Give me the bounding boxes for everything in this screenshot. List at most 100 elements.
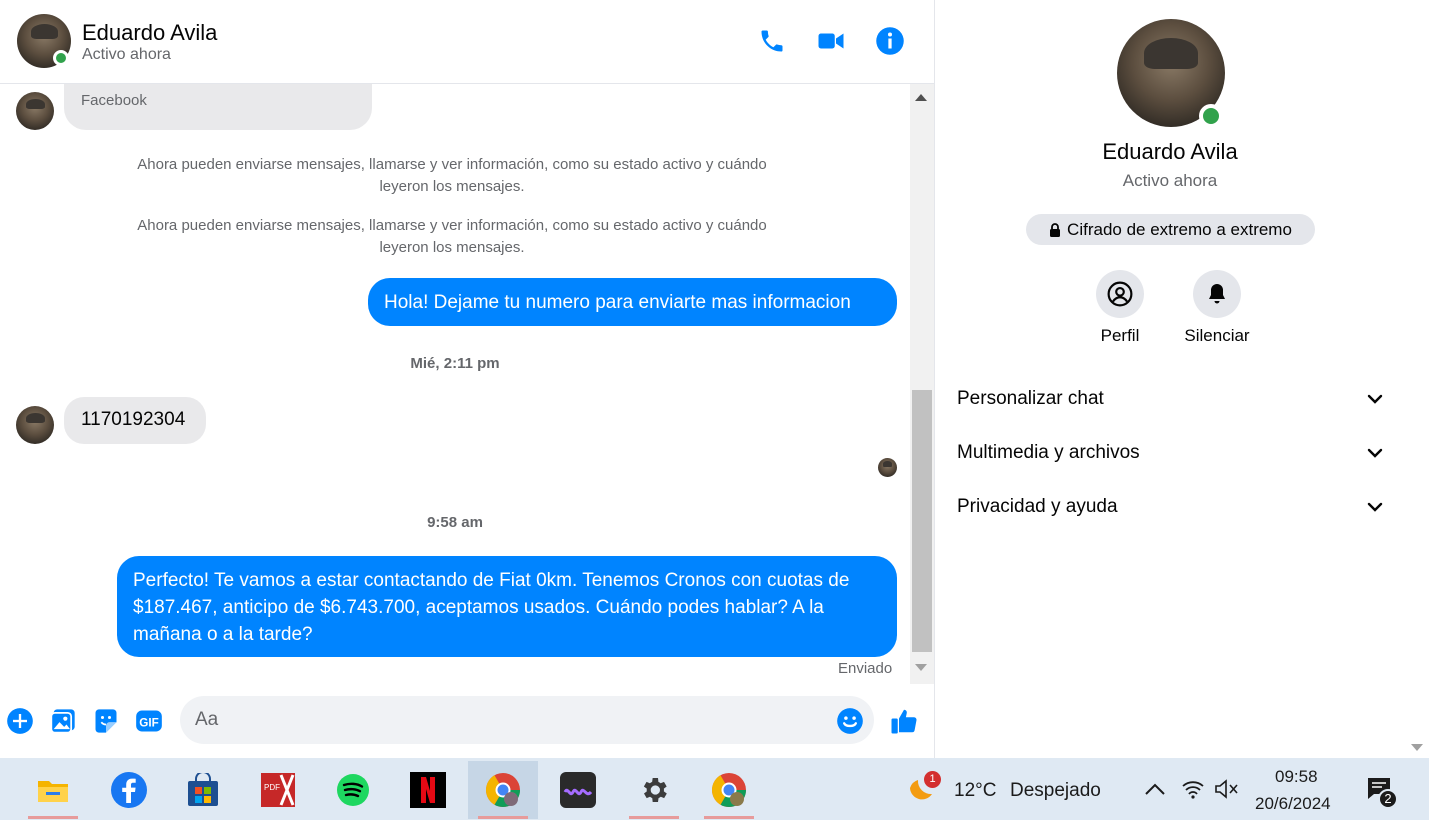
chevron-down-icon — [1367, 448, 1383, 458]
contact-status: Activo ahora — [82, 46, 171, 63]
send-like-button[interactable] — [889, 706, 919, 736]
chrome-icon — [712, 773, 746, 807]
timestamp-separator: 9:58 am — [427, 514, 483, 531]
taskbar-netflix[interactable] — [393, 761, 463, 819]
taskbar-chrome-active[interactable] — [468, 761, 538, 819]
sender-avatar[interactable] — [16, 406, 54, 444]
sender-avatar[interactable] — [16, 92, 54, 130]
outgoing-message[interactable]: Hola! Dejame tu numero para enviarte mas… — [368, 278, 897, 326]
weather-widget[interactable]: 1 — [904, 771, 944, 808]
store-icon — [188, 773, 218, 806]
wifi-icon[interactable] — [1181, 778, 1205, 800]
info-icon — [876, 27, 904, 55]
section-label: Personalizar chat — [957, 388, 1104, 409]
gear-icon — [643, 778, 667, 802]
notification-center-button[interactable]: 2 — [1366, 776, 1398, 809]
mute-label: Silenciar — [1184, 326, 1250, 345]
running-indicator — [28, 816, 78, 819]
profile-name: Eduardo Avila — [1102, 139, 1238, 164]
pdf-app-label: PDF — [264, 783, 280, 792]
page-scrollbar[interactable] — [1404, 0, 1429, 758]
scroll-up-icon[interactable] — [915, 94, 927, 101]
taskbar-facebook[interactable] — [94, 761, 164, 819]
section-label: Multimedia y archivos — [957, 442, 1140, 463]
mute-circle[interactable] — [1193, 270, 1241, 318]
encryption-badge[interactable]: Cifrado de extremo a extremo — [1026, 214, 1315, 245]
timestamp-separator: Mié, 2:11 pm — [410, 355, 500, 372]
profile-label: Perfil — [1100, 326, 1140, 345]
taskbar-chrome-profile[interactable] — [694, 761, 764, 819]
message-scrollbar[interactable] — [910, 84, 934, 684]
delivery-status: Enviado — [838, 660, 893, 677]
messenger-window: Eduardo Avila Activo ahora Facebook Ahor… — [0, 0, 1429, 820]
clock-time[interactable]: 09:58 — [1275, 767, 1318, 787]
lock-icon — [1050, 222, 1061, 237]
conversation-details-panel: Eduardo Avila Activo ahora Cifrado de ex… — [934, 0, 1404, 758]
facebook-icon — [111, 772, 147, 808]
spotify-icon — [337, 774, 369, 806]
scroll-thumb[interactable] — [912, 390, 932, 652]
netflix-icon — [410, 772, 446, 808]
taskbar-file-explorer[interactable] — [18, 761, 88, 819]
scroll-down-icon[interactable] — [915, 664, 927, 671]
taskbar-audio-app[interactable] — [543, 761, 613, 819]
taskbar-settings[interactable] — [619, 761, 689, 819]
chat-header: Eduardo Avila Activo ahora — [0, 0, 934, 84]
taskbar-store[interactable] — [168, 761, 238, 819]
outgoing-message[interactable]: Perfecto! Te vamos a estar contactando d… — [117, 556, 897, 657]
more-actions-button[interactable] — [5, 706, 35, 736]
message-list[interactable]: Facebook Ahora pueden enviarse mensajes,… — [0, 84, 910, 684]
smiley-icon — [837, 708, 863, 734]
profile-status: Activo ahora — [1122, 171, 1218, 190]
weather-temperature[interactable]: 12°C — [954, 780, 996, 802]
chevron-down-icon — [1367, 502, 1383, 512]
incoming-message[interactable]: 1170192304 — [64, 397, 206, 444]
section-media-files[interactable]: Multimedia y archivos — [957, 438, 1383, 468]
clock-date[interactable]: 20/6/2024 — [1255, 794, 1331, 814]
chevron-down-icon — [1367, 394, 1383, 404]
section-privacy-support[interactable]: Privacidad y ayuda — [957, 492, 1383, 522]
sticker-button[interactable] — [91, 706, 121, 736]
thumbs-up-icon — [891, 709, 917, 734]
scroll-down-icon[interactable] — [1411, 744, 1423, 751]
folder-icon — [38, 781, 68, 802]
plus-circle-icon — [7, 708, 33, 734]
section-customize-chat[interactable]: Personalizar chat — [957, 384, 1383, 414]
gif-icon: GIF — [136, 710, 162, 732]
phone-icon — [761, 30, 783, 52]
running-indicator — [704, 816, 754, 819]
emoji-button[interactable] — [835, 706, 865, 736]
video-call-button[interactable] — [816, 26, 846, 56]
notification-count-badge: 2 — [1378, 789, 1398, 809]
contact-name[interactable]: Eduardo Avila — [82, 20, 217, 46]
voice-call-button[interactable] — [757, 26, 787, 56]
bell-icon — [1209, 284, 1225, 304]
running-indicator — [629, 816, 679, 819]
weather-badge: 1 — [924, 771, 941, 788]
system-notice: Ahora pueden enviarse mensajes, llamarse… — [137, 217, 767, 256]
online-indicator — [1199, 104, 1223, 128]
conversation-info-button[interactable] — [875, 26, 905, 56]
mute-button[interactable]: Silenciar — [1167, 270, 1267, 346]
taskbar-spotify[interactable] — [318, 761, 388, 819]
svg-text:GIF: GIF — [139, 716, 158, 729]
speaker-muted-icon[interactable] — [1214, 778, 1240, 800]
weather-description[interactable]: Despejado — [1010, 780, 1101, 802]
chevron-up-icon[interactable] — [1144, 782, 1166, 796]
profile-circle[interactable] — [1096, 270, 1144, 318]
read-receipt-avatar — [878, 458, 897, 477]
chrome-icon — [486, 773, 520, 807]
section-label: Privacidad y ayuda — [957, 496, 1118, 517]
user-circle-icon — [1107, 281, 1133, 307]
gif-button[interactable]: GIF — [134, 706, 164, 736]
profile-button[interactable]: Perfil — [1070, 270, 1170, 346]
sticker-icon — [95, 709, 117, 733]
incoming-message[interactable]: Facebook — [64, 84, 372, 130]
online-indicator — [53, 50, 69, 66]
taskbar-pdf-editor[interactable]: PDF — [243, 761, 313, 819]
video-camera-icon — [818, 33, 844, 49]
message-input[interactable] — [180, 696, 874, 744]
composer-bar: GIF — [0, 684, 934, 758]
attach-photo-button[interactable] — [48, 706, 78, 736]
waveform-app-icon — [560, 772, 596, 808]
